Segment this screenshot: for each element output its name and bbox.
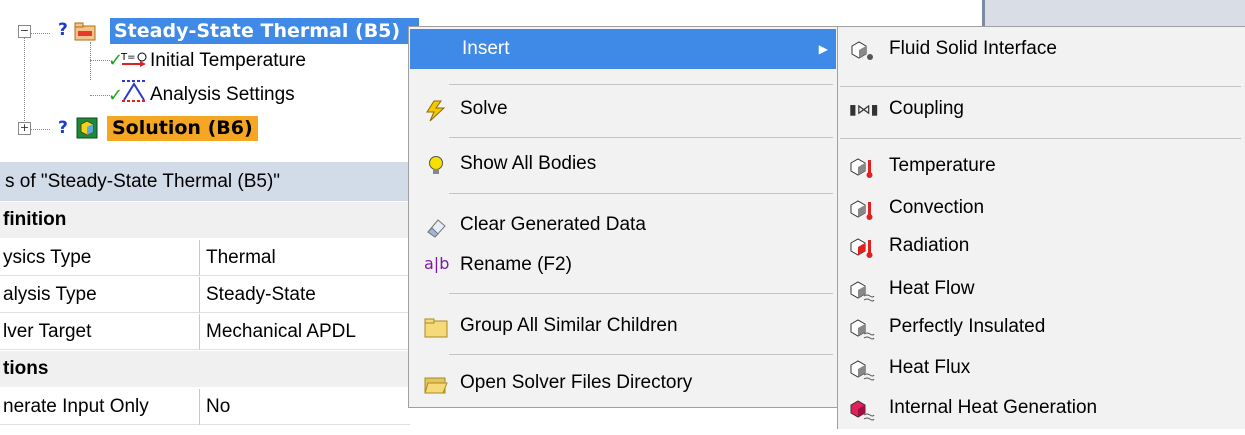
menu-item-clear-generated-data[interactable]: Clear Generated Data [410, 206, 836, 244]
submenu-item-label: Internal Heat Generation [889, 397, 1098, 418]
collapse-toggle[interactable]: − [18, 25, 31, 38]
submenu-arrow-icon: ▶ [818, 42, 828, 56]
expand-toggle[interactable]: + [18, 122, 31, 135]
submenu-item-label: Heat Flow [889, 278, 975, 299]
menu-item-solve[interactable]: Solve [410, 90, 836, 128]
menu-item-rename[interactable]: a|b Rename (F2) [410, 246, 836, 284]
tree-node-steady-state-thermal[interactable]: Steady-State Thermal (B5) [110, 18, 419, 44]
submenu-item-coupling[interactable]: ▮⋈▮ Coupling [839, 90, 1244, 128]
open-folder-icon [424, 372, 448, 394]
property-row-generate-input-only[interactable]: nerate Input Only No [0, 389, 410, 425]
submenu-item-label: Fluid Solid Interface [889, 38, 1057, 59]
submenu-item-label: Perfectly Insulated [889, 316, 1046, 337]
temperature-load-icon [849, 155, 873, 178]
menu-separator [840, 86, 1241, 87]
menu-separator [449, 137, 833, 138]
menu-item-label: Rename (F2) [460, 254, 572, 275]
tree-node-analysis-settings[interactable]: Analysis Settings [150, 83, 295, 107]
menu-item-group-all-similar-children[interactable]: Group All Similar Children [410, 307, 836, 345]
context-menu: Insert ▶ Solve Show All Bodies Clear Gen… [408, 26, 838, 408]
property-value: Thermal [206, 247, 276, 268]
tree-node-solution[interactable]: Solution (B6) [107, 116, 258, 141]
tree-line [90, 42, 91, 80]
thermal-analysis-icon [74, 21, 96, 41]
property-row-solver-target[interactable]: lver Target Mechanical APDL [0, 314, 410, 350]
submenu-item-radiation[interactable]: Radiation [839, 227, 1244, 265]
submenu-item-internal-heat-generation[interactable]: Internal Heat Generation [839, 389, 1244, 427]
property-name: alysis Type [0, 277, 200, 313]
menu-item-label: Open Solver Files Directory [460, 372, 693, 393]
property-row-analysis-type[interactable]: alysis Type Steady-State [0, 277, 410, 313]
property-name: ysics Type [0, 240, 200, 276]
submenu-item-temperature[interactable]: Temperature [839, 147, 1244, 185]
property-name: nerate Input Only [0, 389, 200, 425]
lightning-bolt-icon [424, 98, 448, 122]
tree-line [90, 60, 110, 61]
submenu-item-label: Convection [889, 197, 985, 218]
question-status-icon: ? [58, 118, 68, 138]
menu-item-label: Clear Generated Data [460, 214, 646, 235]
tree-node-initial-temperature[interactable]: Initial Temperature [150, 49, 306, 73]
property-value: Mechanical APDL [206, 321, 356, 342]
heat-flow-icon [849, 278, 875, 302]
coupling-icon: ▮⋈▮ [849, 101, 879, 117]
svg-text:T=: T= [120, 52, 136, 63]
menu-item-insert[interactable]: Insert ▶ [410, 29, 836, 69]
menu-separator [449, 354, 833, 355]
menu-item-label: Insert [462, 38, 510, 59]
submenu-item-heat-flux[interactable]: Heat Flux [839, 349, 1244, 387]
property-row-physics-type[interactable]: ysics Type Thermal [0, 240, 410, 276]
lightbulb-icon [424, 153, 448, 175]
convection-icon [849, 197, 873, 220]
menu-item-show-all-bodies[interactable]: Show All Bodies [410, 145, 836, 183]
heat-flux-icon [849, 357, 875, 381]
submenu-item-convection[interactable]: Convection [839, 189, 1244, 227]
menu-item-label: Show All Bodies [460, 153, 597, 174]
question-status-icon: ? [58, 20, 68, 40]
solution-icon [75, 116, 99, 140]
submenu-item-perfectly-insulated[interactable]: Perfectly Insulated [839, 308, 1244, 346]
eraser-icon [424, 214, 448, 238]
section-header-options[interactable]: tions [0, 351, 410, 387]
submenu-item-label: Heat Flux [889, 357, 971, 378]
radiation-icon [849, 235, 873, 258]
submenu-item-label: Temperature [889, 155, 996, 176]
section-header-definition[interactable]: finition [0, 202, 410, 238]
menu-separator [449, 293, 833, 294]
details-panel-header: s of "Steady-State Thermal (B5)" [0, 162, 410, 201]
menu-item-label: Solve [460, 98, 508, 119]
window-frame [982, 0, 1245, 26]
tree-line [30, 33, 50, 34]
property-value: Steady-State [206, 284, 316, 305]
analysis-settings-icon [120, 78, 148, 104]
rename-icon: a|b [424, 254, 450, 273]
insert-submenu: Fluid Solid Interface ▮⋈▮ Coupling Tempe… [837, 26, 1245, 429]
property-name: lver Target [0, 314, 200, 350]
property-value: No [206, 396, 231, 417]
menu-item-open-solver-files-directory[interactable]: Open Solver Files Directory [410, 364, 836, 402]
perfectly-insulated-icon [849, 316, 875, 340]
menu-separator [840, 138, 1241, 139]
submenu-item-label: Coupling [889, 98, 964, 119]
menu-separator [449, 193, 833, 194]
menu-separator [449, 84, 833, 85]
submenu-item-heat-flow[interactable]: Heat Flow [839, 270, 1244, 308]
tree-line [90, 95, 110, 96]
fluid-solid-interface-icon [849, 38, 873, 60]
submenu-item-label: Radiation [889, 235, 970, 256]
folder-icon [424, 315, 448, 338]
tree-line [24, 29, 25, 129]
temperature-icon: T= [120, 49, 148, 67]
submenu-item-fluid-solid-interface[interactable]: Fluid Solid Interface [839, 30, 1244, 68]
menu-item-label: Group All Similar Children [460, 315, 678, 336]
internal-heat-generation-icon [849, 397, 875, 421]
tree-line [30, 129, 50, 130]
